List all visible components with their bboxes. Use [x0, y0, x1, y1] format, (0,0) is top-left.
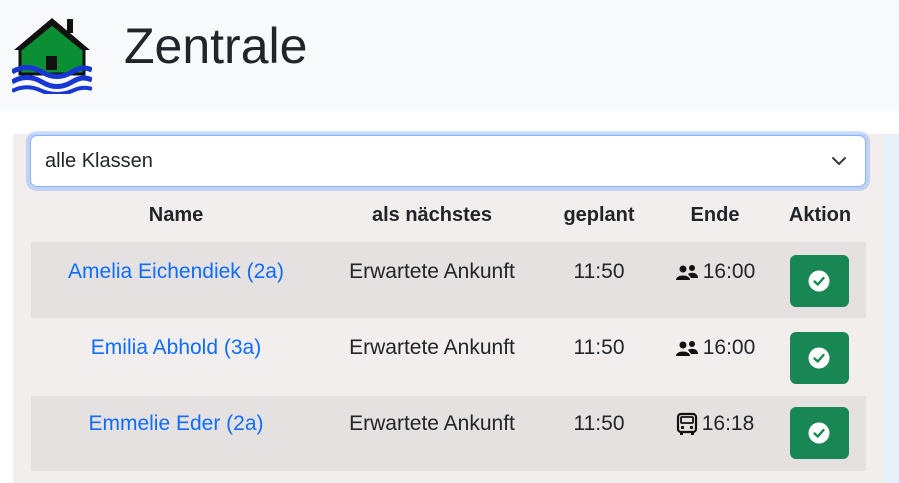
planned-time: 11:50 — [573, 260, 625, 283]
app-title: Zentrale — [124, 18, 308, 74]
end-time-value: 16:00 — [702, 336, 756, 359]
column-header-planned: geplant — [563, 204, 635, 226]
column-header-name: Name — [148, 204, 204, 226]
column-header-next: als nächstes — [371, 204, 493, 226]
panel-edge — [884, 134, 899, 483]
confirm-button[interactable] — [790, 407, 849, 459]
class-filter-select[interactable]: alle Klassen — [30, 135, 866, 187]
class-filter-value: alle Klassen — [45, 150, 153, 172]
people-icon — [675, 265, 698, 280]
table-row: Emilia Abhold (3a) Erwartete Ankunft 11:… — [31, 318, 866, 396]
confirm-button[interactable] — [790, 332, 849, 384]
check-circle-icon — [808, 347, 830, 369]
next-status: Erwartete Ankunft — [349, 412, 515, 435]
column-header-action: Aktion — [788, 204, 852, 226]
check-circle-icon — [808, 422, 830, 444]
student-name-link[interactable]: Amelia Eichendiek (2a) — [31, 259, 321, 285]
bus-icon — [676, 412, 697, 435]
next-status: Erwartete Ankunft — [349, 260, 515, 283]
student-name-link[interactable]: Emmelie Eder (2a) — [31, 411, 321, 437]
table-row: Emmelie Eder (2a) Erwartete Ankunft 11:5… — [31, 396, 866, 471]
app-header: Zentrale — [0, 0, 899, 111]
people-icon — [675, 341, 698, 356]
end-time: 16:00 — [655, 259, 775, 285]
chevron-down-icon — [832, 157, 846, 165]
planned-time: 11:50 — [573, 412, 625, 435]
end-time: 16:18 — [655, 411, 775, 437]
next-status: Erwartete Ankunft — [349, 336, 515, 359]
column-header-end: Ende — [690, 204, 740, 226]
confirm-button[interactable] — [790, 255, 849, 307]
end-time-value: 16:00 — [702, 260, 756, 283]
end-time: 16:00 — [655, 335, 775, 361]
check-circle-icon — [808, 270, 830, 292]
house-flood-icon — [12, 18, 92, 94]
planned-time: 11:50 — [573, 336, 625, 359]
end-time-value: 16:18 — [701, 412, 755, 435]
table-row: Amelia Eichendiek (2a) Erwartete Ankunft… — [31, 242, 866, 318]
student-name-link[interactable]: Emilia Abhold (3a) — [31, 335, 321, 361]
